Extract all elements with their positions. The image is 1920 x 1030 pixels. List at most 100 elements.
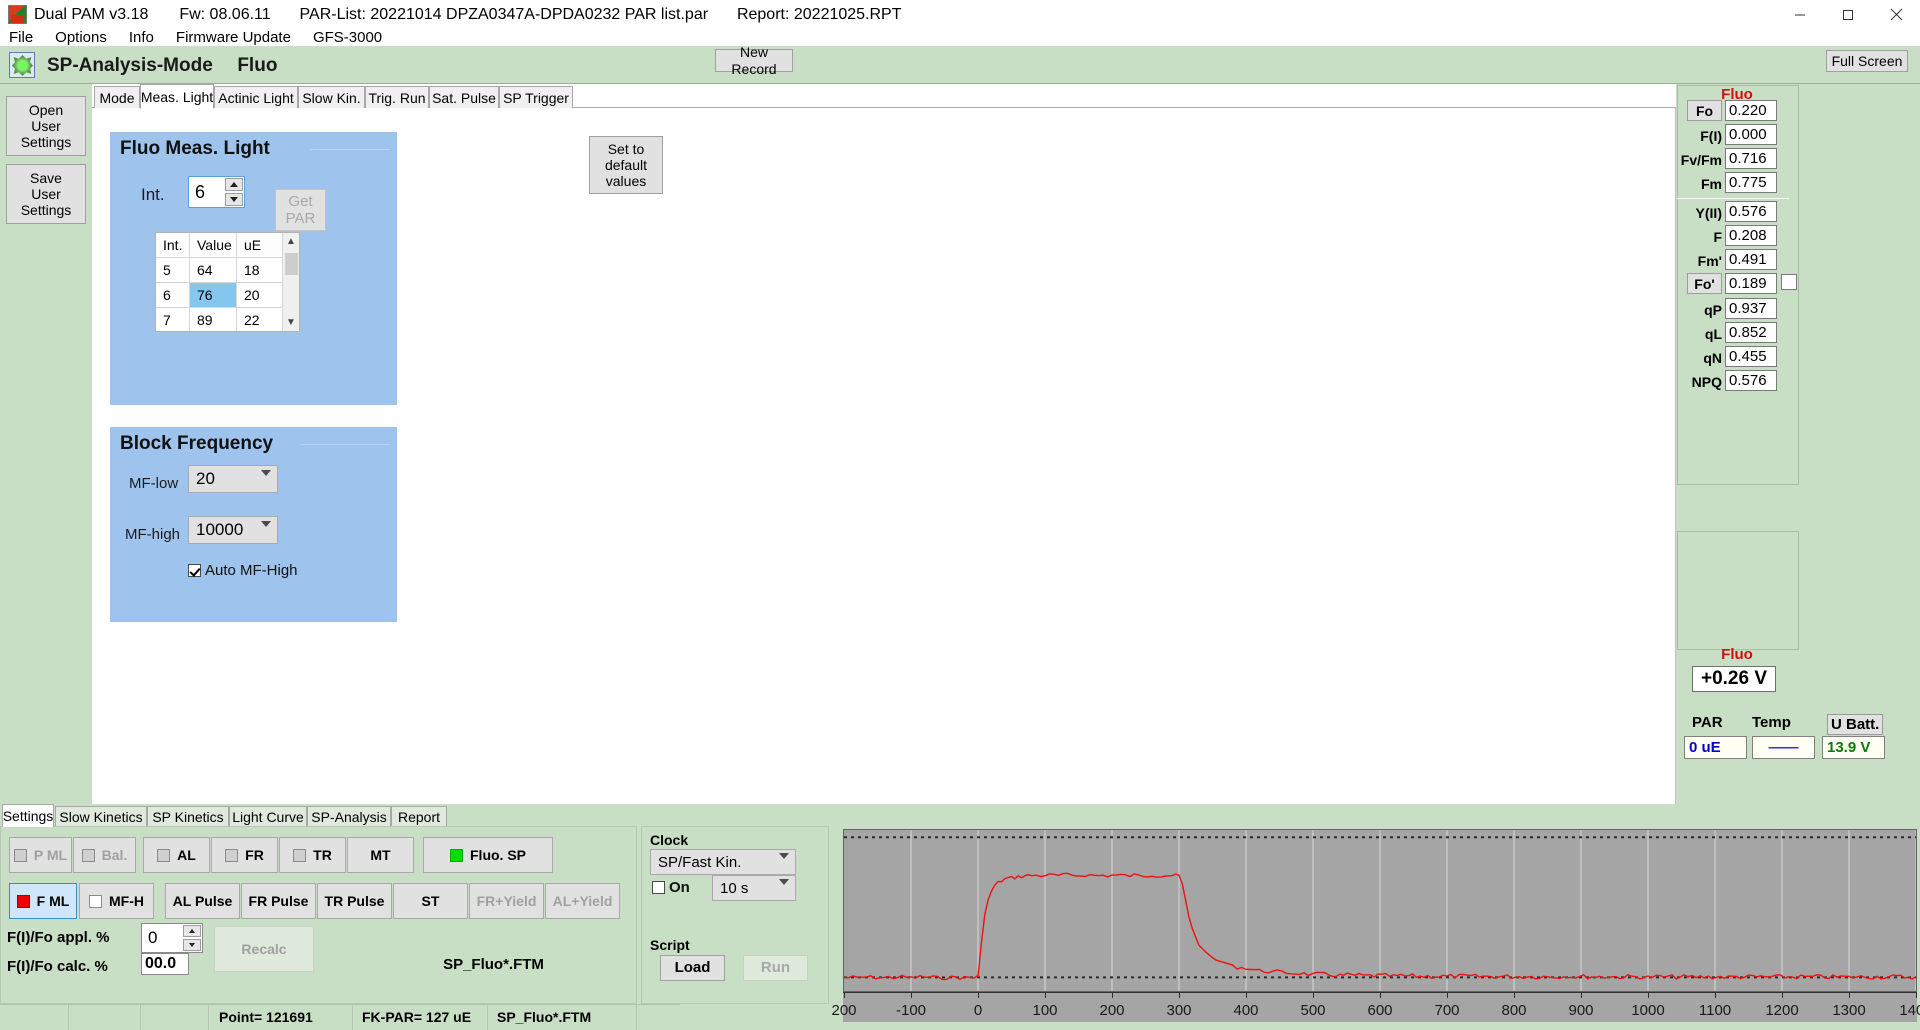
bottom-tab-sp-kinetics[interactable]: SP Kinetics — [147, 806, 229, 826]
toggle-tr[interactable]: TR — [279, 837, 346, 873]
open-user-settings-line1: Open — [29, 102, 63, 118]
ubatt-value: 13.9 V — [1822, 736, 1885, 759]
x-axis-label: 500 — [1300, 1002, 1325, 1019]
int-spin-up-icon[interactable] — [225, 178, 243, 191]
tab-slow-kin[interactable]: Slow Kin. — [298, 86, 365, 108]
button-al-yield[interactable]: AL+Yield — [545, 883, 620, 919]
f-label: F — [1677, 229, 1722, 245]
button-fr-yield[interactable]: FR+Yield — [469, 883, 544, 919]
app-header: SP-Analysis-Mode Fluo — [0, 46, 1920, 84]
fi-fo-appl-stepper[interactable]: 0 — [141, 923, 203, 953]
x-axis-label: 200 — [831, 1002, 856, 1019]
toggle-fr[interactable]: FR — [211, 837, 278, 873]
int-value-table[interactable]: Int. Value uE 5 64 18 6 76 20 — [155, 232, 300, 332]
chevron-down-icon — [261, 527, 270, 533]
recalc-button[interactable]: Recalc — [214, 926, 314, 972]
fi-fo-calc-value: 00.0 — [141, 953, 189, 975]
toggle-mf-h[interactable]: MF-H — [79, 883, 154, 919]
close-icon[interactable] — [1872, 0, 1920, 29]
bottom-tab-strip: Settings Slow Kinetics SP Kinetics Light… — [0, 804, 1920, 826]
fi-fo-appl-label: F(I)/Fo appl. % — [7, 929, 110, 946]
mf-low-select[interactable]: 20 — [188, 465, 278, 493]
foprime-button[interactable]: Fo' — [1687, 273, 1722, 294]
spin-down-icon[interactable] — [183, 939, 201, 951]
bottom-tab-slow-kinetics[interactable]: Slow Kinetics — [55, 806, 147, 826]
mode-title: SP-Analysis-Mode Fluo — [47, 55, 277, 77]
clock-script-panel: Clock SP/Fast Kin. On 10 s Script Load R… — [641, 826, 829, 1004]
button-fr-pulse[interactable]: FR Pulse — [241, 883, 316, 919]
spin-up-icon[interactable] — [183, 925, 201, 937]
toggle-f-ml[interactable]: F ML — [9, 883, 77, 919]
tab-sp-trigger[interactable]: SP Trigger — [499, 86, 573, 108]
cell-value-selected: 76 — [190, 283, 237, 308]
menu-item-firmware-update[interactable]: Firmware Update — [176, 29, 291, 46]
toggle-bal[interactable]: Bal. — [73, 837, 136, 873]
application-window: Dual PAM v3.18 Fw: 08.06.11 PAR-List: 20… — [0, 0, 1920, 1030]
button-mt[interactable]: MT — [347, 837, 414, 873]
maximize-icon[interactable] — [1824, 0, 1872, 29]
toggle-p-ml[interactable]: P ML — [9, 837, 72, 873]
chart-plot-area[interactable] — [843, 829, 1917, 992]
mf-high-select[interactable]: 10000 — [188, 516, 278, 544]
int-value: 6 — [189, 182, 224, 203]
scroll-thumb[interactable] — [285, 253, 298, 275]
script-run-button[interactable]: Run — [743, 955, 808, 981]
open-user-settings-line2: User — [31, 118, 61, 134]
int-spin-down-icon[interactable] — [225, 193, 243, 206]
button-st[interactable]: ST — [393, 883, 468, 919]
fi-fo-appl-spin-buttons[interactable] — [182, 924, 202, 952]
set-to-default-values-button[interactable]: Set to default values — [589, 136, 663, 194]
tab-meas-light[interactable]: Meas. Light — [140, 84, 214, 109]
clock-mode-select[interactable]: SP/Fast Kin. — [650, 849, 796, 875]
button-tr-pulse[interactable]: TR Pulse — [317, 883, 392, 919]
table-row[interactable]: 6 76 20 — [156, 283, 299, 308]
int-stepper[interactable]: 6 — [188, 176, 245, 208]
mf-high-value: 10000 — [196, 520, 243, 540]
full-screen-button[interactable]: Full Screen — [1826, 50, 1908, 72]
toggle-fluo-sp-label: Fluo. SP — [470, 847, 526, 863]
toggle-al[interactable]: AL — [143, 837, 210, 873]
cell-int: 6 — [156, 283, 190, 308]
table-scrollbar[interactable]: ▲ ▼ — [282, 233, 299, 331]
menu-item-gfs-3000[interactable]: GFS-3000 — [313, 29, 382, 46]
tab-sat-pulse[interactable]: Sat. Pulse — [429, 86, 499, 108]
bottom-tab-light-curve[interactable]: Light Curve — [229, 806, 307, 826]
app-title: Dual PAM v3.18 — [34, 6, 148, 23]
scroll-down-icon[interactable]: ▼ — [283, 314, 299, 331]
fo-button[interactable]: Fo — [1687, 100, 1722, 121]
auto-mf-high-checkbox[interactable]: Auto MF-High — [188, 562, 298, 579]
int-spin-buttons[interactable] — [224, 177, 244, 207]
bottom-tab-sp-analysis[interactable]: SP-Analysis — [307, 806, 391, 826]
chart-x-axis: 200-100010020030040050060070080090010001… — [843, 992, 1917, 1022]
tab-trig-run[interactable]: Trig. Run — [365, 86, 429, 108]
checkbox-icon — [14, 849, 27, 862]
table-row[interactable]: 5 64 18 — [156, 258, 299, 283]
table-row[interactable]: 7 89 22 — [156, 308, 299, 332]
foprime-checkbox[interactable] — [1781, 274, 1797, 290]
clock-interval-select[interactable]: 10 s — [712, 875, 796, 901]
toggle-al-label: AL — [177, 847, 196, 863]
menu-item-info[interactable]: Info — [129, 29, 154, 46]
menu-item-file[interactable]: File — [9, 29, 33, 46]
tab-mode[interactable]: Mode — [94, 86, 140, 108]
report-name: Report: 20221025.RPT — [737, 6, 902, 23]
block-frequency-group: Block Frequency MF-low 20 MF-high 10000 … — [110, 427, 397, 622]
menu-item-options[interactable]: Options — [55, 29, 107, 46]
save-user-settings-button[interactable]: Save User Settings — [6, 164, 86, 224]
x-axis-label: 1400 — [1899, 1002, 1920, 1019]
bottom-tab-report[interactable]: Report — [391, 806, 447, 826]
tab-actinic-light[interactable]: Actinic Light — [214, 86, 298, 108]
button-al-pulse[interactable]: AL Pulse — [165, 883, 240, 919]
script-load-button[interactable]: Load — [660, 955, 725, 981]
new-record-button[interactable]: New Record — [715, 49, 793, 72]
ubatt-label[interactable]: U Batt. — [1827, 714, 1883, 735]
clock-on-checkbox[interactable]: On — [652, 879, 690, 896]
toggle-fluo-sp[interactable]: Fluo. SP — [423, 837, 553, 873]
bottom-tab-settings[interactable]: Settings — [2, 804, 54, 827]
get-par-button[interactable]: Get PAR — [275, 189, 326, 231]
scroll-up-icon[interactable]: ▲ — [283, 233, 299, 250]
fluo-voltage-box — [1677, 531, 1799, 650]
open-user-settings-button[interactable]: Open User Settings — [6, 96, 86, 156]
minimize-icon[interactable] — [1776, 0, 1824, 29]
save-user-settings-line3: Settings — [21, 202, 72, 218]
